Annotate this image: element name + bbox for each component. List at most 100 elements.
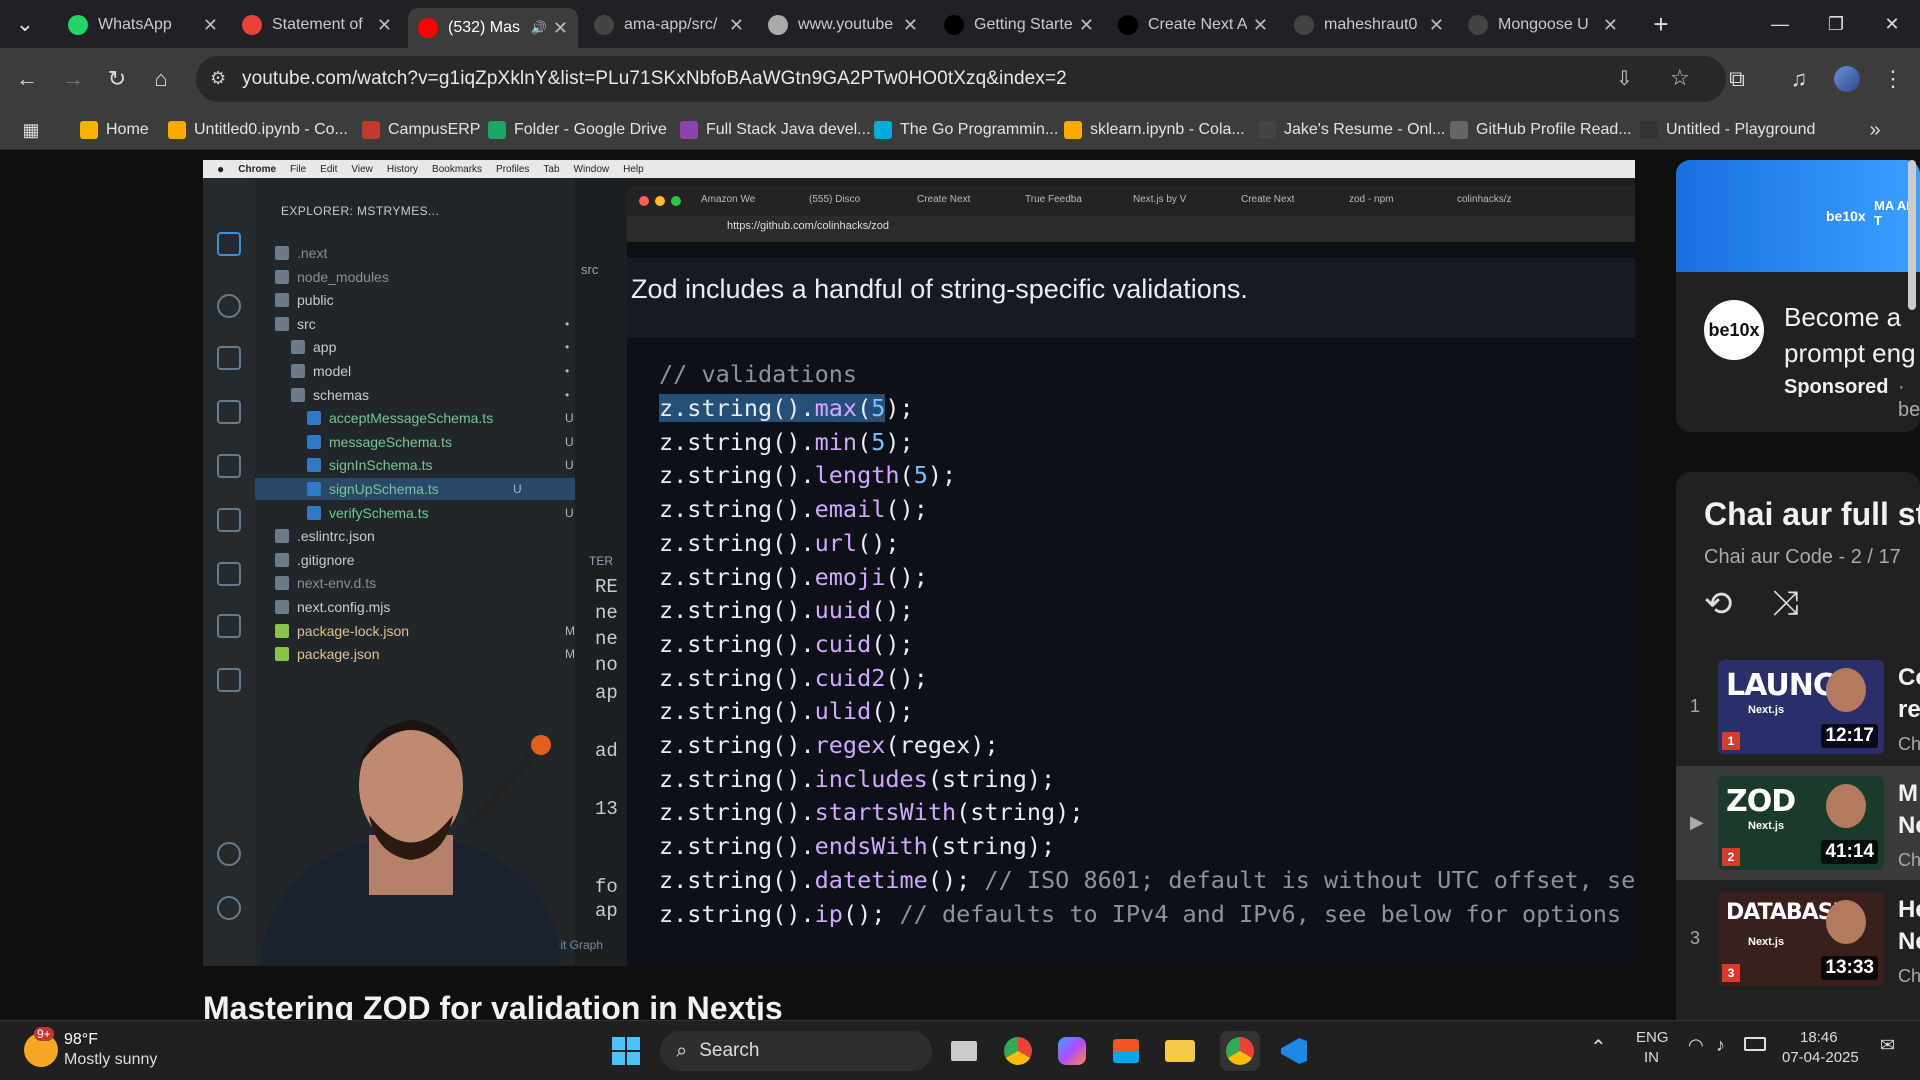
copilot-taskbar-icon[interactable] [1052,1031,1092,1071]
media-controls-icon[interactable]: ♫ [1782,62,1816,96]
explorer-file-item[interactable]: model • [291,360,569,382]
tab-close-icon[interactable]: ✕ [371,15,392,36]
playlist-video-title[interactable]: Co [1898,664,1920,692]
bookmark-item[interactable]: CampusERP [362,118,480,142]
page-scrollbar[interactable] [1908,160,1916,310]
battery-icon[interactable] [1744,1037,1766,1051]
playlist-video-title[interactable]: M [1898,780,1918,808]
tab-close-icon[interactable]: ✕ [897,15,918,36]
forward-button[interactable]: → [56,62,90,96]
explorer-file-item[interactable]: schemas • [291,384,569,406]
explorer-file-item[interactable]: signInSchema.ts U [307,454,574,476]
explorer-file-item[interactable]: next-env.d.ts [275,572,376,594]
file-explorer-icon[interactable] [1160,1031,1200,1071]
clock-time[interactable]: 18:46 [1800,1029,1838,1046]
playlist-video-title[interactable]: He [1898,896,1920,924]
browser-tab[interactable]: www.youtube ✕ [758,8,928,42]
taskbar-search[interactable]: ⌕ Search [660,1031,932,1071]
explorer-file-item[interactable]: .eslintrc.json [275,525,375,547]
chrome-taskbar-icon[interactable] [998,1031,1038,1071]
weather-temp[interactable]: 98°F [64,1031,98,1049]
tab-close-icon[interactable]: ✕ [1423,15,1444,36]
browser-tab[interactable]: Mongoose U ✕ [1458,8,1628,42]
explorer-file-item[interactable]: public [275,289,334,311]
tab-audio-icon[interactable]: 🔊 [531,20,547,36]
start-button[interactable] [606,1031,646,1071]
explorer-file-item[interactable]: app • [291,336,569,358]
weather-desc[interactable]: Mostly sunny [64,1051,157,1069]
video-thumbnail[interactable]: DATABASE Next.js 3 13:33 [1718,892,1884,986]
playlist-item[interactable]: 1LAUNCHNext.js112:17CoreCh [1676,650,1920,764]
wifi-icon[interactable]: ◠ [1688,1035,1704,1056]
tab-close-icon[interactable]: ✕ [1247,15,1268,36]
store-taskbar-icon[interactable] [1106,1031,1146,1071]
playlist-video-title-line2[interactable]: re [1898,696,1920,724]
tab-close-icon[interactable]: ✕ [1073,15,1094,36]
new-tab-button[interactable]: + [1644,7,1678,41]
bookmark-item[interactable]: Folder - Google Drive [488,118,667,142]
volume-icon[interactable]: ♪ [1716,1035,1725,1056]
tab-close-icon[interactable]: ✕ [723,15,744,36]
playlist-video-title-line2[interactable]: Ne [1898,812,1920,840]
bookmark-item[interactable]: Home [80,118,149,142]
explorer-file-item[interactable]: .gitignore [275,549,355,571]
browser-tab[interactable]: ama-app/src/ ✕ [584,8,754,42]
tab-close-icon[interactable]: ✕ [1597,15,1618,36]
site-info-icon[interactable]: ⚙ [210,68,226,89]
playlist-item[interactable]: ▶ ZODNext.js 2 41:14 M Ne Ch [1676,766,1920,880]
browser-tab[interactable]: maheshraut0 ✕ [1284,8,1454,42]
vscode-taskbar-icon[interactable] [1274,1031,1314,1071]
restore-button[interactable]: ❐ [1808,0,1864,48]
bookmark-star-icon[interactable]: ☆ [1670,65,1690,91]
clock-date[interactable]: 07-04-2025 [1782,1049,1859,1066]
tray-overflow-icon[interactable]: ⌃ [1590,1035,1607,1060]
playlist-video-title-line2[interactable]: Ne [1898,928,1920,956]
video-player[interactable]: ● Chrome File Edit View History Bookmarks Prof… [203,160,1635,966]
browser-tab[interactable]: Getting Starte ✕ [934,8,1104,42]
tab-search-icon[interactable]: ⌄ [8,7,42,41]
menu-icon[interactable]: ⋮ [1876,62,1910,96]
explorer-file-item[interactable]: package-lock.json M [275,620,575,642]
reload-button[interactable]: ↻ [100,62,134,96]
more-bookmarks-icon[interactable]: » [1858,113,1892,147]
apps-grid-icon[interactable]: ▦ [14,113,48,147]
sponsored-ad-card[interactable]: be10x MA AI T be10x Become a prompt eng … [1676,160,1920,432]
explorer-file-item[interactable]: messageSchema.ts U [307,431,574,453]
minimize-button[interactable]: — [1752,0,1808,48]
profile-avatar[interactable] [1830,62,1864,96]
ad-banner[interactable]: be10x MA AI T [1676,160,1920,272]
tab-close-icon[interactable]: ✕ [197,15,218,36]
chrome-active-taskbar-icon[interactable] [1220,1031,1260,1071]
explorer-file-item[interactable]: acceptMessageSchema.ts U [307,407,574,429]
bookmark-item[interactable]: Untitled - Playground [1640,118,1815,142]
address-bar[interactable]: ⚙ youtube.com/watch?v=g1iqZpXklnY&list=P… [196,56,1726,102]
tab-close-icon[interactable]: ✕ [547,18,568,39]
bookmark-item[interactable]: Jake's Resume - Onl... [1258,118,1445,142]
browser-tab[interactable]: Statement of ✕ [232,8,402,42]
extensions-icon[interactable]: ⧉ [1720,62,1754,96]
playlist-title[interactable]: Chai aur full st [1704,496,1920,533]
explorer-file-item[interactable]: node_modules [275,266,389,288]
task-view-icon[interactable] [944,1031,984,1071]
explorer-file-item[interactable]: verifySchema.ts U [307,502,574,524]
bookmark-item[interactable]: sklearn.ipynb - Cola... [1064,118,1245,142]
bookmark-item[interactable]: Untitled0.ipynb - Co... [168,118,348,142]
browser-tab[interactable]: WhatsApp ✕ [58,8,228,42]
ad-title[interactable]: Become a [1784,302,1901,333]
back-button[interactable]: ← [10,62,44,96]
notification-icon[interactable]: ✉ [1880,1035,1895,1056]
explorer-file-item[interactable]: package.json M [275,643,575,665]
explorer-file-item[interactable]: next.config.mjs [275,596,390,618]
language-indicator[interactable]: ENG [1636,1029,1669,1046]
bookmark-item[interactable]: Full Stack Java devel... [680,118,871,142]
playlist-item[interactable]: 3DATABASENext.js313:33HeNeCh [1676,882,1920,996]
shuffle-playlist-icon[interactable]: ⤨ [1772,584,1799,623]
browser-tab[interactable]: (532) Mas 🔊 ✕ [408,8,578,48]
home-button[interactable]: ⌂ [144,62,178,96]
bookmark-item[interactable]: The Go Programmin... [874,118,1058,142]
explorer-file-item[interactable]: src • [275,313,569,335]
loop-playlist-icon[interactable]: ⟲ [1704,584,1733,624]
bookmark-item[interactable]: GitHub Profile Read... [1450,118,1632,142]
explorer-file-item[interactable]: .next [275,242,327,264]
video-thumbnail[interactable]: ZOD Next.js 2 41:14 [1718,776,1884,870]
